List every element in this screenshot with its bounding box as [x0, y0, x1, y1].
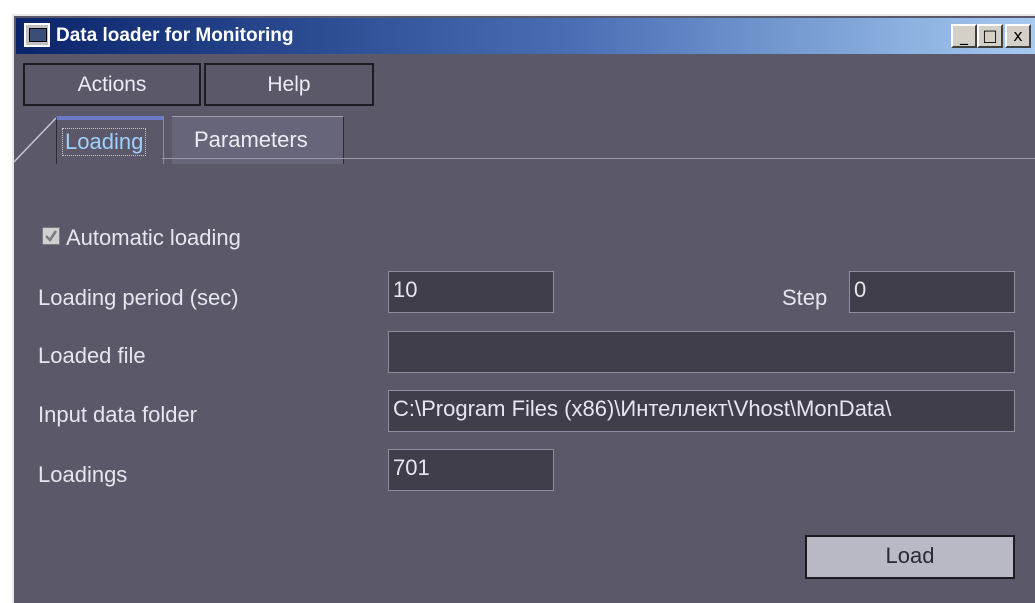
tab-parameters-label: Parameters [194, 127, 308, 152]
loading-period-input[interactable]: 10 [388, 271, 554, 313]
step-input[interactable]: 0 [849, 271, 1015, 313]
step-label: Step [782, 285, 828, 310]
tab-divider [162, 158, 1035, 159]
loaded-file-label: Loaded file [38, 343, 146, 368]
title-bar[interactable]: Data loader for Monitoring _ □ x [16, 18, 1035, 54]
input-data-folder-label: Input data folder [38, 402, 198, 427]
loading-period-label: Loading period (sec) [38, 285, 239, 310]
checkmark-icon [45, 230, 58, 242]
loaded-file-input[interactable] [388, 331, 1015, 373]
tab-loading[interactable]: Loading [56, 116, 164, 164]
automatic-loading-checkbox[interactable] [42, 227, 60, 245]
app-icon[interactable] [24, 23, 50, 47]
menu-actions[interactable]: Actions [23, 63, 201, 106]
menu-help[interactable]: Help [204, 63, 374, 106]
loadings-label: Loadings [38, 462, 128, 487]
window-title: Data loader for Monitoring [56, 25, 294, 46]
minimize-button[interactable]: _ [951, 24, 977, 48]
loadings-input[interactable]: 701 [388, 449, 554, 491]
close-button[interactable]: x [1005, 24, 1031, 48]
maximize-button[interactable]: □ [977, 24, 1003, 48]
input-data-folder-input[interactable]: C:\Program Files (x86)\Интеллект\Vhost\M… [388, 390, 1015, 432]
load-button[interactable]: Load [805, 535, 1015, 579]
automatic-loading-label[interactable]: Automatic loading [66, 224, 241, 252]
app-window: Data loader for Monitoring _ □ x Actions… [12, 14, 1035, 603]
tab-loading-label: Loading [62, 128, 147, 156]
tab-parameters[interactable]: Parameters [172, 116, 344, 164]
